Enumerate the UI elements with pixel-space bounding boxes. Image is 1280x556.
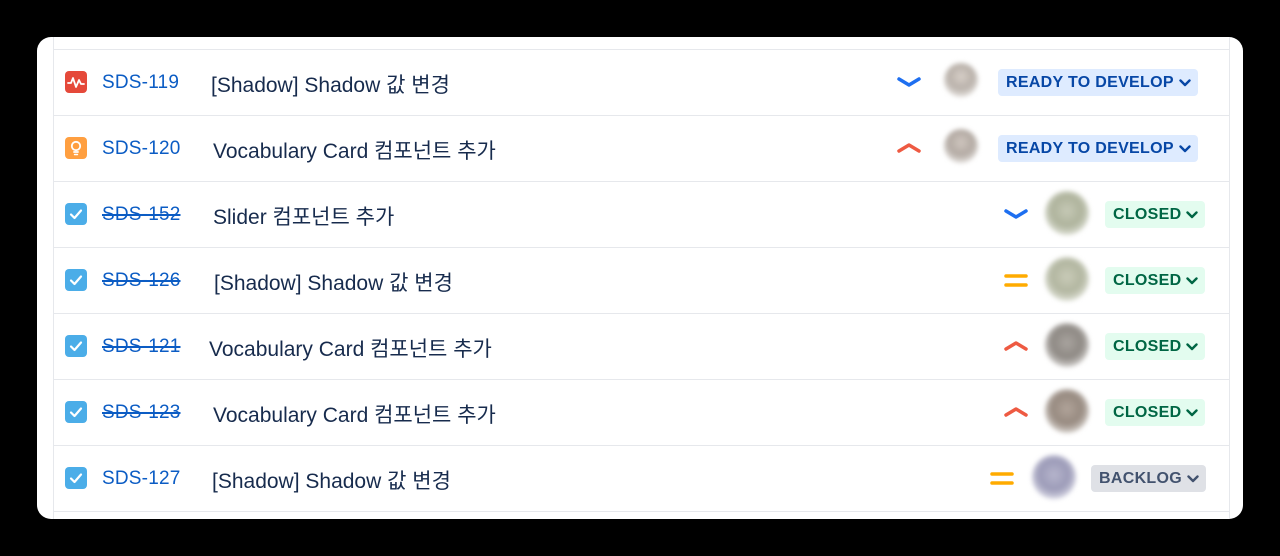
issue-key-link[interactable]: SDS-127 (102, 468, 181, 490)
priority-low-icon (1004, 209, 1028, 219)
issue-key-link[interactable]: SDS-121 (102, 336, 181, 358)
avatar[interactable] (1045, 191, 1089, 235)
issue-list-card: SDS-119 [Shadow] Shadow 값 변경 READY TO DE… (37, 37, 1243, 519)
issue-summary[interactable]: Vocabulary Card 컴포넌트 추가 (209, 333, 492, 363)
priority-medium-icon (990, 472, 1014, 485)
issue-key-link[interactable]: SDS-119 (102, 72, 179, 94)
issue-key-link[interactable]: SDS-152 (102, 204, 181, 226)
chevron-down-icon (1179, 144, 1191, 153)
avatar[interactable] (944, 63, 978, 97)
chevron-down-icon (1186, 210, 1199, 219)
checkbox-icon (65, 269, 87, 291)
status-dropdown[interactable]: CLOSED (1105, 267, 1206, 294)
status-label: CLOSED (1113, 205, 1182, 223)
chevron-down-icon (1186, 408, 1199, 417)
priority-medium-icon (1004, 274, 1028, 287)
status-dropdown[interactable]: READY TO DEVELOP (998, 69, 1198, 96)
priority-high-icon (1004, 407, 1028, 417)
priority-high-icon (897, 143, 921, 153)
table-row[interactable]: SDS-121 Vocabulary Card 컴포넌트 추가 CLOSED (54, 314, 1229, 380)
issue-summary[interactable]: [Shadow] Shadow 값 변경 (212, 465, 451, 495)
issue-summary[interactable]: Vocabulary Card 컴포넌트 추가 (213, 399, 496, 429)
issue-summary[interactable]: [Shadow] Shadow 값 변경 (211, 69, 450, 99)
status-label: READY TO DEVELOP (1006, 73, 1174, 91)
avatar[interactable] (1045, 257, 1089, 301)
checkbox-icon (65, 203, 87, 225)
status-dropdown[interactable]: READY TO DEVELOP (998, 135, 1198, 162)
checkbox-icon (65, 467, 87, 489)
issue-summary[interactable]: [Shadow] Shadow 값 변경 (214, 267, 453, 297)
status-dropdown[interactable]: CLOSED (1105, 201, 1206, 228)
status-label: CLOSED (1113, 337, 1182, 355)
table-row[interactable]: SDS-152 Slider 컴포넌트 추가 CLOSED (54, 182, 1229, 248)
avatar[interactable] (944, 129, 978, 163)
table-row[interactable]: SDS-126 [Shadow] Shadow 값 변경 CLOSED (54, 248, 1229, 314)
status-dropdown[interactable]: CLOSED (1105, 333, 1206, 360)
avatar[interactable] (1045, 323, 1089, 367)
issue-summary[interactable]: Vocabulary Card 컴포넌트 추가 (213, 135, 496, 165)
status-label: CLOSED (1113, 271, 1182, 289)
priority-low-icon (897, 77, 921, 87)
status-dropdown[interactable]: BACKLOG (1091, 465, 1206, 492)
issue-key-link[interactable]: SDS-126 (102, 270, 181, 292)
chevron-down-icon (1186, 276, 1199, 285)
status-dropdown[interactable]: CLOSED (1105, 399, 1206, 426)
lightbulb-icon (65, 137, 87, 159)
checkbox-icon (65, 401, 87, 423)
table-row[interactable]: SDS-123 Vocabulary Card 컴포넌트 추가 CLOSED (54, 380, 1229, 446)
avatar[interactable] (1032, 455, 1076, 499)
status-label: BACKLOG (1099, 469, 1182, 487)
chevron-down-icon (1186, 342, 1199, 351)
table-row[interactable]: SDS-127 [Shadow] Shadow 값 변경 BACKLOG (54, 446, 1229, 512)
issue-key-link[interactable]: SDS-120 (102, 138, 181, 160)
issue-key-link[interactable]: SDS-123 (102, 402, 181, 424)
status-label: READY TO DEVELOP (1006, 139, 1174, 157)
issue-summary[interactable]: Slider 컴포넌트 추가 (213, 201, 394, 231)
table-row[interactable]: SDS-120 Vocabulary Card 컴포넌트 추가 READY TO… (54, 116, 1229, 182)
chevron-down-icon (1179, 78, 1191, 87)
status-label: CLOSED (1113, 403, 1182, 421)
checkbox-icon (65, 335, 87, 357)
chevron-down-icon (1187, 474, 1199, 483)
bug-icon (65, 71, 87, 93)
priority-high-icon (1004, 341, 1028, 351)
issue-list: SDS-119 [Shadow] Shadow 값 변경 READY TO DE… (53, 37, 1230, 519)
table-row[interactable]: SDS-119 [Shadow] Shadow 값 변경 READY TO DE… (54, 50, 1229, 116)
avatar[interactable] (1045, 389, 1089, 433)
